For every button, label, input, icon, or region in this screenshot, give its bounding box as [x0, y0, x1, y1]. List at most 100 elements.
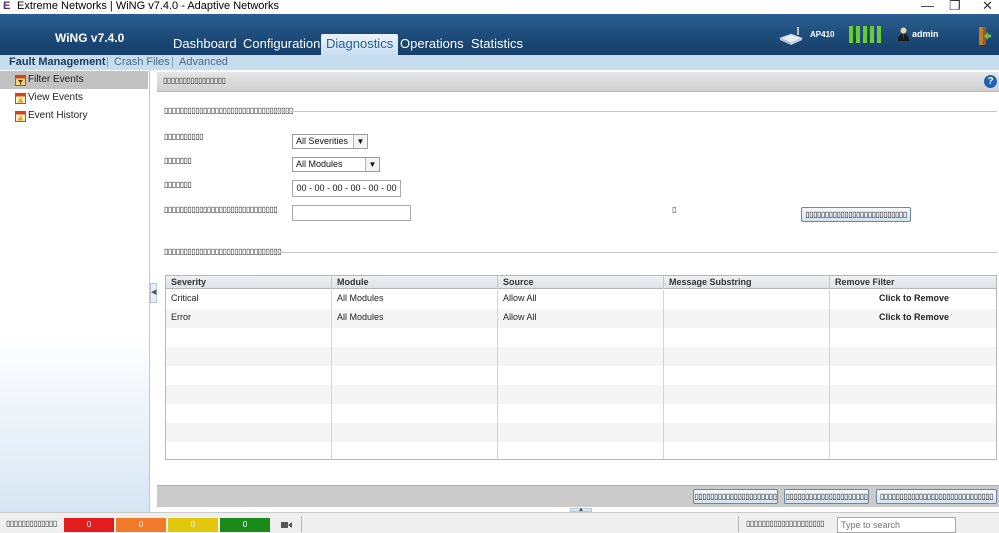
sidebar-item-filter-events[interactable]: Filter Events [0, 71, 148, 89]
info-icon: ▯ [672, 205, 677, 214]
window-titlebar: E Extreme Networks | WiNG v7.4.0 - Adapt… [0, 0, 999, 14]
page-title: ▯▯▯▯▯▯▯▯▯▯▯▯▯▯▯▯ [163, 76, 226, 85]
column-header-severity[interactable]: Severity [166, 276, 332, 289]
window-title: Extreme Networks | WiNG v7.4.0 - Adaptiv… [17, 0, 280, 12]
main-header: ▯▯▯▯▯▯▯▯▯▯▯▯▯▯▯▯ ? [157, 72, 999, 92]
health-bar [856, 26, 860, 43]
health-meter [849, 26, 881, 43]
app-header: WiNG v7.4.0 Dashboard Configuration Diag… [0, 14, 999, 55]
health-bar [849, 26, 853, 43]
sidebar-item-event-history[interactable]: Event History [0, 107, 148, 125]
cell-severity: Critical [166, 290, 332, 309]
add-filter-button[interactable]: ▯▯▯▯▯▯▯▯▯▯▯▯▯▯▯▯▯▯▯▯▯▯▯▯▯▯ [801, 207, 911, 222]
source-label: ▯▯▯▯▯▯▯ [164, 180, 192, 189]
empty-row [166, 404, 996, 423]
alarm-major-count[interactable]: 0 [116, 518, 166, 532]
filters-table: Severity Module Source Message Substring… [165, 275, 997, 460]
view-events-icon [15, 93, 26, 104]
subnav: Fault Management | Crash Files | Advance… [0, 55, 999, 70]
user-label[interactable]: admin [912, 29, 939, 39]
alarm-minor-count[interactable]: 0 [168, 518, 218, 532]
empty-row [166, 347, 996, 366]
alarms-label: ▯▯▯▯▯▯▯▯▯▯▯▯▯ [6, 519, 57, 528]
severity-select[interactable]: All Severities ▼ [292, 134, 368, 149]
camera-icon[interactable] [281, 521, 292, 529]
severity-label: ▯▯▯▯▯▯▯▯▯▯ [164, 132, 204, 141]
module-select[interactable]: All Modules ▼ [292, 157, 380, 172]
logout-icon[interactable] [978, 26, 992, 46]
empty-row [166, 328, 996, 347]
cell-module: All Modules [332, 309, 498, 328]
close-icon[interactable]: ✕ [982, 0, 993, 13]
filter-events-icon [15, 75, 26, 86]
severity-select-value: All Severities [296, 136, 349, 146]
section-divider [259, 252, 997, 253]
sidebar-item-label: View Events [28, 92, 83, 103]
main-panel: ▯▯▯▯▯▯▯▯▯▯▯▯▯▯▯▯ ? ▯▯▯▯▯▯▯▯▯▯▯▯▯▯▯▯▯▯▯▯▯… [157, 72, 999, 513]
subtab-advanced[interactable]: Advanced [179, 56, 228, 68]
subnav-separator: | [171, 56, 174, 68]
access-point-icon[interactable] [778, 26, 804, 46]
device-label[interactable]: AP410 [810, 30, 834, 39]
status-bar: ▯▯▯▯▯▯▯▯▯▯▯▯▯ 0 0 0 0 ▯▯▯▯▯▯▯▯▯▯▯▯▯▯▯▯▯▯… [0, 512, 999, 533]
minimize-icon[interactable]: — [921, 0, 934, 13]
subnav-separator: | [106, 56, 109, 68]
column-header-module[interactable]: Module [332, 276, 498, 289]
remove-filter-button[interactable]: Click to Remove [830, 290, 996, 309]
user-icon [898, 27, 909, 41]
cell-source: Allow All [498, 290, 664, 309]
event-history-icon [15, 111, 26, 122]
action-bar: ▯▯▯▯▯▯▯▯▯▯▯▯▯▯▯▯▯▯▯▯▯ ▯▯▯▯▯▯▯▯▯▯▯▯▯▯▯▯▯▯… [157, 485, 999, 507]
alarm-critical-count[interactable]: 0 [64, 518, 114, 532]
status-separator [738, 516, 739, 532]
cell-message-substring [664, 309, 830, 328]
module-select-value: All Modules [296, 159, 343, 169]
search-input[interactable] [837, 517, 956, 533]
module-label: ▯▯▯▯▯▯▯ [164, 156, 192, 165]
column-header-source[interactable]: Source [498, 276, 664, 289]
table-header: Severity Module Source Message Substring… [166, 276, 996, 289]
action-button-2[interactable]: ▯▯▯▯▯▯▯▯▯▯▯▯▯▯▯▯▯▯▯▯▯ [784, 489, 869, 504]
empty-row [166, 423, 996, 442]
message-substring-input[interactable] [292, 205, 411, 221]
action-button-3[interactable]: ▯▯▯▯▯▯▯▯▯▯▯▯▯▯▯▯▯▯▯▯▯▯▯▯▯▯▯▯▯ [876, 489, 997, 504]
sidebar-item-label: Filter Events [28, 74, 84, 85]
alarm-warning-count[interactable]: 0 [220, 518, 270, 532]
cell-severity: Error [166, 309, 332, 328]
source-mac-input[interactable]: 00 - 00 - 00 - 00 - 00 - 00 [292, 180, 401, 197]
remove-filter-button[interactable]: Click to Remove [830, 309, 996, 328]
tab-operations[interactable]: Operations [395, 34, 469, 55]
action-button-1[interactable]: ▯▯▯▯▯▯▯▯▯▯▯▯▯▯▯▯▯▯▯▯▯ [693, 489, 778, 504]
message-substring-label: ▯▯▯▯▯▯▯▯▯▯▯▯▯▯▯▯▯▯▯▯▯▯▯▯▯▯▯▯▯ [164, 205, 278, 214]
empty-row [166, 442, 996, 459]
cell-module: All Modules [332, 290, 498, 309]
health-bar [870, 26, 874, 43]
cell-message-substring [664, 290, 830, 309]
column-header-message-substring[interactable]: Message Substring [664, 276, 830, 289]
empty-row [166, 385, 996, 404]
subtab-crash-files[interactable]: Crash Files [114, 56, 170, 68]
cell-source: Allow All [498, 309, 664, 328]
sidebar-collapse-handle[interactable]: ◀ [150, 283, 157, 303]
tab-configuration[interactable]: Configuration [238, 34, 325, 55]
sidebar: Filter Events View Events Event History [0, 70, 150, 512]
search-label: ▯▯▯▯▯▯▯▯▯▯▯▯▯▯▯▯▯▯▯▯ [746, 519, 825, 528]
subtab-fault-management[interactable]: Fault Management [9, 56, 106, 68]
product-name: WiNG v7.4.0 [55, 31, 125, 45]
tab-diagnostics[interactable]: Diagnostics [321, 34, 399, 55]
empty-row [166, 366, 996, 385]
chevron-down-icon: ▼ [365, 158, 379, 171]
sidebar-item-label: Event History [28, 110, 88, 121]
tab-statistics[interactable]: Statistics [466, 34, 528, 55]
table-row[interactable]: Error All Modules Allow All Click to Rem… [166, 309, 996, 328]
section-divider [271, 111, 997, 112]
health-bar [877, 26, 881, 43]
status-separator [301, 516, 302, 532]
restore-icon[interactable]: ❐ [949, 0, 961, 13]
table-row[interactable]: Critical All Modules Allow All Click to … [166, 290, 996, 309]
sidebar-item-view-events[interactable]: View Events [0, 89, 148, 107]
column-header-remove-filter[interactable]: Remove Filter [830, 276, 996, 289]
tab-dashboard[interactable]: Dashboard [168, 34, 242, 55]
help-icon[interactable]: ? [984, 75, 997, 88]
chevron-down-icon: ▼ [353, 135, 367, 148]
